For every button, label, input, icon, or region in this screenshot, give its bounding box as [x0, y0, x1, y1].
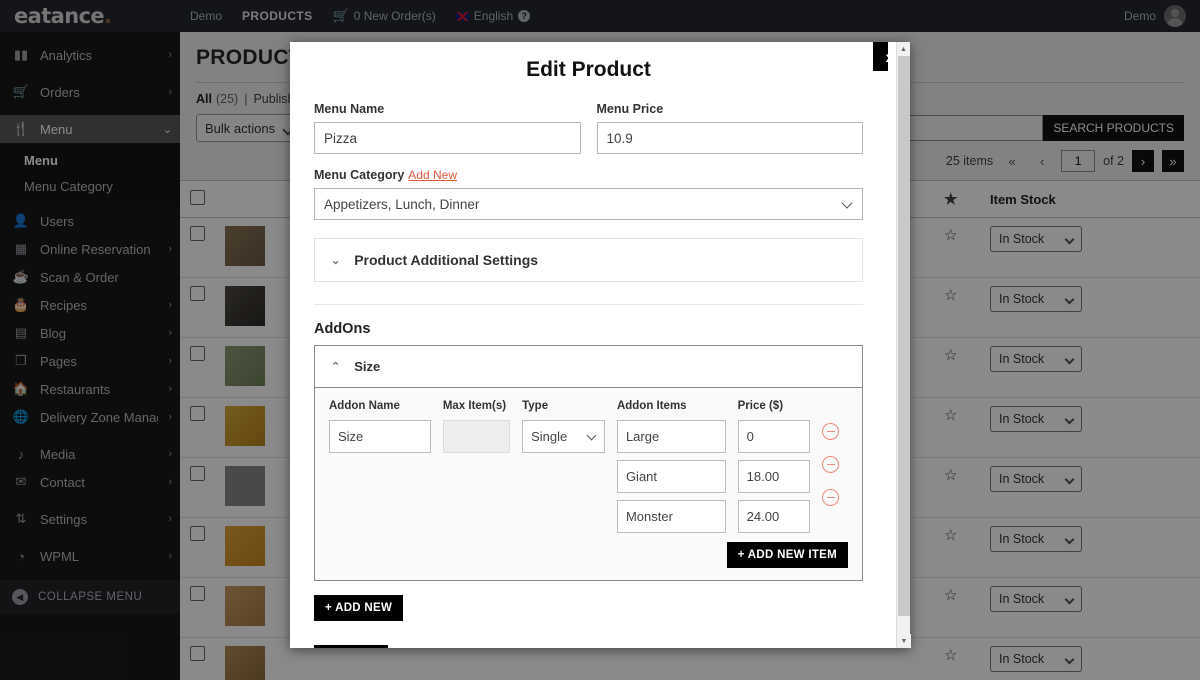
- addon-item-price-input[interactable]: [737, 500, 811, 533]
- addon-name-input[interactable]: [329, 420, 431, 453]
- admin-app: eatance. Demo PRODUCTS 🛒 0 New Order(s) …: [0, 0, 1200, 680]
- addon-item-input[interactable]: [616, 460, 726, 493]
- col-price-label: Price ($): [737, 400, 784, 412]
- product-additional-settings-accordion[interactable]: ⌄ Product Additional Settings: [314, 238, 863, 282]
- modal-scrollbar[interactable]: ▲ ▼: [896, 42, 911, 648]
- edit-product-modal: x Edit Product Menu Name Menu Price Menu…: [290, 42, 911, 648]
- menu-name-label: Menu Name: [314, 102, 385, 116]
- addon-group-title: Size: [354, 359, 381, 374]
- col-addon-items-label: Addon Items: [616, 400, 687, 412]
- type-select[interactable]: [522, 420, 605, 453]
- addon-item-input[interactable]: [616, 500, 726, 533]
- section-divider: [314, 304, 863, 305]
- addon-item-input[interactable]: [616, 420, 726, 453]
- addon-grid: Addon Name Max Item(s) Type: [329, 400, 848, 533]
- modal-title: Edit Product: [526, 58, 651, 81]
- addons-heading: AddOns: [314, 321, 371, 337]
- menu-category-select[interactable]: [314, 188, 863, 220]
- circle-minus-icon[interactable]: [822, 489, 840, 506]
- menu-price-input[interactable]: [596, 122, 863, 154]
- modal-body: x Edit Product Menu Name Menu Price Menu…: [290, 42, 888, 648]
- menu-category-field-group: Menu Category Add New: [314, 168, 863, 220]
- menu-price-field-group: Menu Price: [596, 102, 863, 154]
- add-new-item-button[interactable]: + ADD NEW ITEM: [726, 542, 848, 568]
- remove-column: [822, 400, 848, 533]
- addon-group-header[interactable]: ⌃ Size: [315, 346, 862, 388]
- add-new-item-wrap: + ADD NEW ITEM: [329, 542, 848, 568]
- add-new-category-link[interactable]: Add New: [408, 168, 457, 182]
- menu-category-label: Menu Category Add New: [314, 168, 457, 182]
- max-items-input: [442, 420, 511, 453]
- circle-minus-icon[interactable]: [822, 423, 840, 440]
- chevron-up-icon: ⌃: [331, 361, 341, 373]
- col-addon-name-label: Addon Name: [329, 400, 400, 412]
- name-price-row: Menu Name Menu Price: [314, 102, 863, 154]
- close-icon[interactable]: x: [873, 42, 888, 71]
- addon-name-column: Addon Name: [329, 400, 431, 533]
- price-column: Price ($): [737, 400, 811, 533]
- menu-name-field-group: Menu Name: [314, 102, 581, 154]
- col-max-items-label: Max Item(s): [442, 400, 507, 412]
- addon-prices-list: [737, 420, 811, 533]
- scrollbar-thumb[interactable]: [898, 56, 910, 616]
- menu-price-label: Menu Price: [596, 102, 664, 116]
- chevron-down-icon: ⌄: [331, 254, 341, 267]
- col-remove-label: [822, 400, 848, 414]
- addon-item-price-input[interactable]: [737, 420, 811, 453]
- submit-button[interactable]: SUBMIT: [314, 645, 388, 648]
- col-type-label: Type: [522, 400, 549, 412]
- type-select-wrap: [522, 420, 605, 453]
- type-column: Type: [522, 400, 605, 533]
- max-items-column: Max Item(s): [442, 400, 511, 533]
- addon-group-body: Addon Name Max Item(s) Type: [315, 388, 862, 580]
- menu-category-select-wrap: [314, 188, 863, 220]
- scroll-down-arrow-icon[interactable]: ▼: [897, 634, 911, 648]
- product-additional-settings-label: Product Additional Settings: [354, 252, 539, 268]
- menu-name-input[interactable]: [314, 122, 581, 154]
- addon-items-list: [616, 420, 726, 533]
- addon-items-column: Addon Items: [616, 400, 726, 533]
- addon-group-card: ⌃ Size Addon Name Max Item(s): [314, 345, 863, 581]
- addon-item-price-input[interactable]: [737, 460, 811, 493]
- scroll-up-arrow-icon[interactable]: ▲: [897, 42, 910, 56]
- circle-minus-icon[interactable]: [822, 456, 840, 473]
- add-new-addon-button[interactable]: + ADD NEW: [314, 595, 404, 621]
- addon-remove-list: [822, 423, 848, 506]
